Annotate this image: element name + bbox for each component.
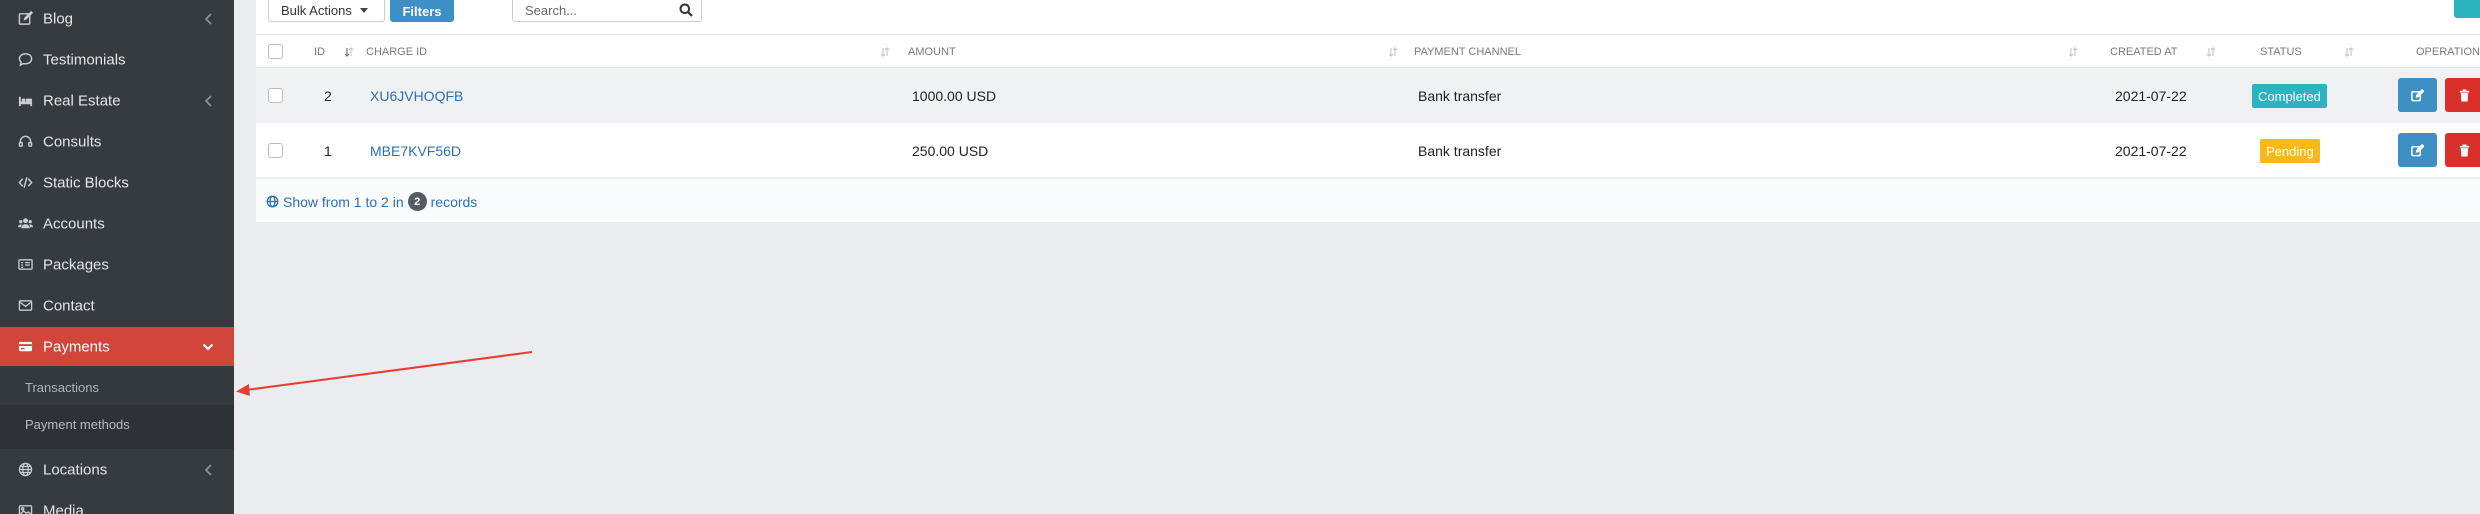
sort-desc-icon[interactable] <box>344 47 354 57</box>
search-icon[interactable] <box>679 3 693 17</box>
cell-amount: 1000.00 USD <box>912 87 997 104</box>
sidebar-item-label: Real Estate <box>43 92 121 109</box>
users-icon <box>16 216 34 232</box>
select-all-checkbox[interactable] <box>268 44 283 59</box>
sidebar-item-label: Accounts <box>43 215 105 232</box>
delete-button[interactable] <box>2445 133 2480 167</box>
globe-icon <box>16 462 34 478</box>
chevron-down-icon <box>202 343 214 351</box>
sidebar-item-accounts[interactable]: Accounts <box>0 203 234 244</box>
bed-icon <box>16 93 34 109</box>
cell-created-at: 2021-07-22 <box>2115 87 2187 104</box>
status-badge: Pending <box>2260 139 2320 163</box>
column-header-payment-channel[interactable]: PAYMENT CHANNEL <box>1414 35 1521 69</box>
table-row: 2 XU6JVHOQFB 1000.00 USD Bank transfer 2… <box>256 68 2480 123</box>
transactions-panel: Bulk Actions Filters ID CHARGE ID AMOUNT… <box>256 0 2480 222</box>
sort-icon[interactable] <box>2344 47 2354 57</box>
sidebar-item-payments[interactable]: Payments <box>0 327 234 366</box>
edit-icon <box>2411 88 2424 101</box>
bulk-actions-label: Bulk Actions <box>281 3 352 18</box>
status-badge: Completed <box>2252 84 2327 108</box>
globe-icon <box>266 195 279 208</box>
search-box <box>512 0 702 22</box>
sidebar-item-label: Contact <box>43 297 95 314</box>
cell-payment-channel: Bank transfer <box>1418 87 1502 104</box>
package-icon <box>16 257 34 273</box>
edit-button[interactable] <box>2398 133 2437 167</box>
row-checkbox[interactable] <box>268 143 283 158</box>
submenu-item-transactions[interactable]: Transactions <box>0 369 234 405</box>
trash-icon <box>2459 143 2470 157</box>
sidebar-item-label: Payments <box>43 338 110 355</box>
table-row: 1 MBE7KVF56D 250.00 USD Bank transfer 20… <box>256 123 2480 178</box>
chevron-left-icon <box>204 463 212 476</box>
records-suffix: records <box>430 193 478 210</box>
sort-icon[interactable] <box>1388 47 1398 57</box>
delete-button[interactable] <box>2445 78 2480 112</box>
cell-payment-channel: Bank transfer <box>1418 142 1502 159</box>
records-summary: Show from 1 to 2 in 2 records <box>266 192 477 211</box>
headset-icon <box>16 134 34 150</box>
sidebar-item-label: Packages <box>43 256 109 273</box>
column-header-id[interactable]: ID <box>314 35 325 69</box>
sidebar-item-consults[interactable]: Consults <box>0 121 234 162</box>
column-header-status[interactable]: STATUS <box>2260 35 2302 69</box>
table-header: ID CHARGE ID AMOUNT PAYMENT CHANNEL CREA… <box>256 34 2480 68</box>
cell-id: 2 <box>324 87 332 104</box>
filters-label: Filters <box>402 3 442 19</box>
create-button[interactable] <box>2454 0 2480 18</box>
sidebar-item-testimonials[interactable]: Testimonials <box>0 39 234 80</box>
cell-id: 1 <box>324 142 332 159</box>
sort-icon[interactable] <box>2206 47 2216 57</box>
edit-icon <box>16 11 34 27</box>
submenu-item-payment-methods[interactable]: Payment methods <box>25 417 130 432</box>
sidebar-item-packages[interactable]: Packages <box>0 244 234 285</box>
sidebar-item-media[interactable]: Media <box>0 490 234 514</box>
sidebar-item-static-blocks[interactable]: Static Blocks <box>0 162 234 203</box>
cell-amount: 250.00 USD <box>912 142 989 159</box>
edit-button[interactable] <box>2398 78 2437 112</box>
sidebar-item-label: Media <box>43 502 84 514</box>
edit-icon <box>2411 143 2424 156</box>
comment-icon <box>16 52 34 68</box>
sidebar-item-label: Testimonials <box>43 51 126 68</box>
column-header-operations: OPERATIONS <box>2416 46 2480 58</box>
sidebar: Blog Testimonials Real Estate Consults S… <box>0 0 234 514</box>
sidebar-item-label: Static Blocks <box>43 174 129 191</box>
column-header-charge-id[interactable]: CHARGE ID <box>366 35 427 69</box>
filters-button[interactable]: Filters <box>390 0 454 22</box>
chevron-left-icon <box>204 12 212 25</box>
sidebar-item-blog[interactable]: Blog <box>0 0 234 39</box>
sidebar-item-label: Locations <box>43 461 108 478</box>
chevron-left-icon <box>204 94 212 107</box>
envelope-icon <box>16 298 34 314</box>
cell-created-at: 2021-07-22 <box>2115 142 2187 159</box>
submenu-item-label: Transactions <box>25 379 99 395</box>
row-checkbox[interactable] <box>268 88 283 103</box>
code-icon <box>16 175 34 191</box>
sort-icon[interactable] <box>880 47 890 57</box>
sidebar-item-label: Consults <box>43 133 102 150</box>
payments-submenu: Transactions Payment methods <box>0 369 234 449</box>
sidebar-item-locations[interactable]: Locations <box>0 449 234 490</box>
table-footer: Show from 1 to 2 in 2 records <box>256 178 2480 222</box>
sidebar-item-label: Blog <box>43 10 74 27</box>
bulk-actions-button[interactable]: Bulk Actions <box>268 0 385 22</box>
records-count-badge: 2 <box>407 192 427 211</box>
sidebar-item-real-estate[interactable]: Real Estate <box>0 80 234 121</box>
sidebar-item-contact[interactable]: Contact <box>0 285 234 326</box>
trash-icon <box>2459 88 2470 102</box>
image-icon <box>16 503 34 514</box>
caret-down-icon <box>359 8 368 13</box>
search-input[interactable] <box>525 0 675 20</box>
credit-card-icon <box>16 339 34 355</box>
charge-id-link[interactable]: MBE7KVF56D <box>370 123 461 178</box>
charge-id-link[interactable]: XU6JVHOQFB <box>370 68 463 123</box>
sort-icon[interactable] <box>2068 47 2078 57</box>
submenu-item-label: Payment methods <box>25 417 130 432</box>
column-header-amount[interactable]: AMOUNT <box>908 35 956 69</box>
records-prefix: Show from 1 to 2 in <box>283 193 404 210</box>
column-header-created-at[interactable]: CREATED AT <box>2110 35 2177 69</box>
